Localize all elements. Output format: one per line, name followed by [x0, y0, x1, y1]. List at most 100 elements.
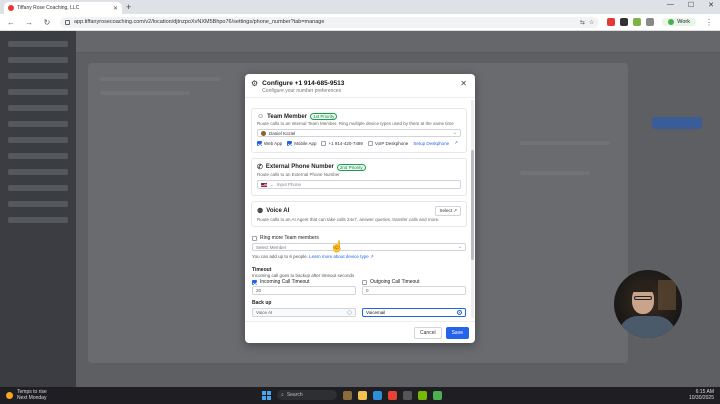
extensions: [607, 18, 655, 26]
external-phone-title: External Phone Number: [265, 164, 334, 170]
chevron-down-icon: ⌄: [452, 130, 457, 136]
weather-widget[interactable]: Temps to rise Next Monday: [6, 389, 47, 401]
search-icon: ⌕: [281, 392, 284, 398]
nvidia-icon[interactable]: [418, 390, 427, 400]
us-flag-icon[interactable]: [261, 182, 267, 187]
timeout-description: Incoming call goes to backup after timeo…: [252, 273, 355, 278]
backup-title: Back up: [252, 300, 272, 306]
tab-title: Tiffany Rose Coaching, LLC: [17, 5, 80, 11]
backup-option-voicemail[interactable]: Voicemail: [362, 308, 466, 317]
mobile-app-checkbox[interactable]: Mobile App: [287, 140, 316, 146]
external-link-icon[interactable]: ↗: [370, 254, 374, 259]
voip-checkbox[interactable]: VoIP Deskphone: [367, 140, 408, 146]
weather-line2: Next Monday: [17, 395, 47, 401]
modal-footer: Cancel Save: [245, 321, 475, 343]
sidebar: [0, 31, 76, 387]
browser-tab[interactable]: Tiffany Rose Coaching, LLC ✕: [4, 2, 122, 14]
translate-icon[interactable]: ⇆: [580, 19, 585, 26]
modal-header: ⚙ Configure +1 914-685-9513 Configure yo…: [245, 74, 475, 98]
back-icon[interactable]: ←: [6, 18, 16, 27]
menu-icon[interactable]: ⋮: [704, 18, 714, 27]
backup-group: Back up Voice AI Voicemail: [252, 300, 466, 317]
sun-icon: [6, 391, 13, 399]
close-icon[interactable]: ✕: [460, 80, 467, 88]
save-button[interactable]: Save: [445, 326, 469, 339]
store-icon[interactable]: [403, 390, 412, 400]
external-phone-input[interactable]: ⌄ Input Phone: [257, 180, 461, 189]
extension-green-icon[interactable]: [633, 18, 642, 26]
device-options: Web App Mobile App +1 914-420-7489 VoIP …: [257, 140, 461, 146]
reload-icon[interactable]: ↻: [42, 18, 52, 27]
system-clock[interactable]: 6:15 AM 10/30/2025: [689, 389, 714, 401]
incoming-timeout-input[interactable]: 20: [252, 286, 356, 295]
learn-more-link[interactable]: Learn more about device type: [309, 254, 369, 259]
voice-ai-select-button[interactable]: Select ↗: [435, 206, 461, 216]
incoming-timeout-checkbox[interactable]: Incoming Call Timeout: [252, 279, 356, 285]
extension-icon[interactable]: [620, 18, 629, 26]
voice-ai-description: Route calls to an AI Agent that can take…: [257, 217, 440, 222]
close-window-icon[interactable]: ✕: [708, 1, 714, 9]
windows-taskbar: Temps to rise Next Monday ⌕ Search 6:15 …: [0, 387, 720, 404]
profile-button[interactable]: Work: [662, 18, 696, 26]
window-controls: — ☐ ✕: [667, 1, 714, 9]
site-info-icon[interactable]: [64, 19, 70, 25]
ring-more-note: You can add up to 6 people. Learn more a…: [252, 254, 374, 259]
radio-voicemail[interactable]: [457, 310, 462, 315]
bookmark-star-icon[interactable]: ☆: [589, 19, 594, 26]
taskbar-apps: ⌕ Search: [262, 390, 442, 400]
app-header: [76, 31, 720, 53]
taskview-icon[interactable]: [343, 390, 352, 400]
app-icon[interactable]: [433, 390, 442, 400]
new-tab-button[interactable]: +: [126, 2, 131, 12]
modal-body[interactable]: ☺ Team Member 1st Priority Route calls t…: [245, 98, 475, 321]
backup-option-voice-ai[interactable]: Voice AI: [252, 308, 356, 317]
modal-subtitle: Configure your number preferences: [262, 88, 342, 94]
voice-ai-section: ⚉ Voice AI Select ↗ Route calls to an AI…: [251, 201, 467, 227]
external-phone-section: ✆ External Phone Number 2nd Priority Rou…: [251, 158, 467, 196]
modal-scrollbar[interactable]: [471, 100, 474, 318]
team-member-select[interactable]: Daniel Koziel ⌄: [257, 129, 461, 137]
minimize-icon[interactable]: —: [667, 1, 674, 9]
clock-date: 10/30/2025: [688, 395, 714, 401]
file-explorer-icon[interactable]: [358, 390, 367, 400]
setup-deskphone-link[interactable]: Setup Deskphone: [413, 141, 449, 146]
chevron-down-icon: ⌄: [270, 181, 274, 187]
address-bar[interactable]: app.tiffanyrosecoaching.com/v2/location/…: [59, 16, 600, 28]
team-member-title: Team Member: [267, 113, 308, 120]
outgoing-timeout-checkbox[interactable]: Outgoing Call Timeout: [362, 279, 466, 285]
hand-cursor-icon: ☝: [330, 241, 344, 253]
background-button: [652, 117, 702, 129]
bot-icon: ⚉: [257, 208, 264, 215]
external-link-icon[interactable]: ↗: [454, 140, 458, 146]
forward-icon[interactable]: →: [24, 18, 34, 27]
phone-checkbox[interactable]: +1 914-420-7489: [321, 140, 363, 146]
external-phone-description: Route calls to an External Phone Number: [257, 172, 340, 177]
voice-ai-title: Voice AI: [266, 208, 290, 214]
close-tab-icon[interactable]: ✕: [113, 5, 118, 12]
browser-tabbar: Tiffany Rose Coaching, LLC ✕ + — ☐ ✕: [0, 0, 720, 14]
priority-badge: 2nd Priority: [336, 163, 366, 171]
taskbar-search[interactable]: ⌕ Search: [277, 390, 337, 400]
configure-number-modal: ⚙ Configure +1 914-685-9513 Configure yo…: [245, 74, 475, 343]
web-app-checkbox[interactable]: Web App: [257, 140, 282, 146]
phone-placeholder: Input Phone: [276, 182, 302, 187]
webcam-overlay: [614, 270, 682, 338]
ring-more-group: Ring more Team members Select Member ⌄ Y…: [252, 235, 466, 260]
extensions-puzzle-icon[interactable]: [646, 18, 655, 26]
address-bar-actions: ⇆ ☆: [580, 19, 594, 26]
chrome-icon[interactable]: [388, 390, 397, 400]
radio-voice-ai[interactable]: [347, 310, 352, 315]
cancel-button[interactable]: Cancel: [414, 326, 442, 339]
ring-more-checkbox[interactable]: Ring more Team members: [252, 235, 466, 241]
outgoing-timeout-input[interactable]: 0: [362, 286, 466, 295]
extension-record-icon[interactable]: [607, 18, 616, 26]
edge-icon[interactable]: [373, 390, 382, 400]
timeout-group: Timeout Incoming call goes to backup aft…: [252, 267, 466, 295]
ring-more-select[interactable]: Select Member ⌄: [252, 243, 466, 251]
windows-start-icon[interactable]: [262, 390, 271, 400]
favicon-icon: [8, 5, 14, 11]
team-member-description: Route calls to an internal Team Member. …: [257, 121, 454, 126]
maximize-icon[interactable]: ☐: [688, 1, 694, 9]
browser-toolbar: ← → ↻ app.tiffanyrosecoaching.com/v2/loc…: [0, 14, 720, 31]
avatar: [668, 19, 675, 25]
